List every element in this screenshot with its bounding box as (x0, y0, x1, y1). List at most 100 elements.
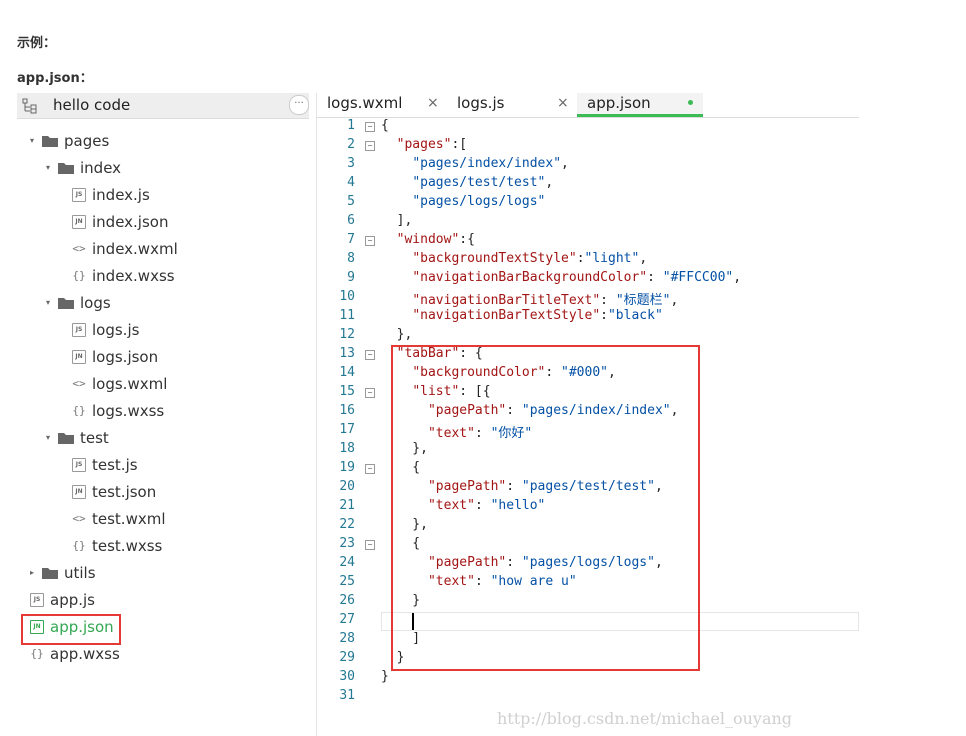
tree-item[interactable]: JN logs.json (72, 343, 158, 370)
style-file-icon: {} (72, 269, 86, 282)
highlight-box-app-json (21, 614, 121, 645)
tree-item[interactable]: <> test.wxml (72, 505, 165, 532)
folder-icon (42, 135, 58, 147)
sidebar-header: hello code ··· (17, 93, 309, 119)
tree-item-label: logs.wxml (92, 374, 168, 393)
fold-toggle-icon[interactable]: − (365, 236, 375, 246)
tab-label: logs.wxml (327, 94, 403, 112)
tree-item[interactable]: ▾ pages (26, 127, 109, 154)
line-number: 8 (347, 251, 355, 266)
chevron-down-icon[interactable]: ▾ (42, 163, 54, 172)
code-line[interactable]: 5 "pages/logs/logs" (317, 194, 859, 213)
tree-item-label: test.wxss (92, 536, 163, 555)
js-file-icon: JS (30, 592, 44, 607)
tree-item-label: test.json (92, 482, 157, 501)
tree-item-label: test (80, 428, 109, 447)
line-number: 4 (347, 175, 355, 190)
tree-item[interactable]: {} index.wxss (72, 262, 175, 289)
tree-item[interactable]: JS app.js (30, 586, 95, 613)
tree-item[interactable]: {} logs.wxss (72, 397, 164, 424)
code-line[interactable]: 30} (317, 669, 859, 688)
tree-item-label: index (80, 158, 122, 177)
tree-item[interactable]: ▾ logs (42, 289, 111, 316)
line-number: 12 (339, 327, 355, 342)
code-line[interactable]: 9 "navigationBarBackgroundColor": "#FFCC… (317, 270, 859, 289)
code-line[interactable]: 7− "window":{ (317, 232, 859, 251)
line-number: 25 (339, 574, 355, 589)
tab-app-json[interactable]: app.json (577, 93, 703, 117)
tree-item-label: index.wxml (92, 239, 178, 258)
chevron-down-icon[interactable]: ▾ (42, 433, 54, 442)
line-number: 3 (347, 156, 355, 171)
line-number: 29 (339, 650, 355, 665)
chevron-down-icon[interactable]: ▾ (42, 298, 54, 307)
more-button[interactable]: ··· (289, 95, 309, 115)
tree-item[interactable]: <> index.wxml (72, 235, 178, 262)
line-number: 26 (339, 593, 355, 608)
tree-item[interactable]: JS logs.js (72, 316, 139, 343)
tab-logs-js[interactable]: logs.js × (447, 93, 577, 117)
fold-toggle-icon[interactable]: − (365, 141, 375, 151)
line-number: 1 (347, 118, 355, 133)
line-number: 5 (347, 194, 355, 209)
tree-item[interactable]: ▾ test (42, 424, 109, 451)
code-text: ], (381, 213, 413, 228)
fold-toggle-icon[interactable]: − (365, 464, 375, 474)
fold-toggle-icon[interactable]: − (365, 388, 375, 398)
code-text: "pages/index/index", (412, 156, 569, 171)
code-line[interactable]: 10 "navigationBarTitleText": "标题栏", (317, 289, 859, 308)
tab-logs-wxml[interactable]: logs.wxml × (317, 93, 447, 117)
markup-file-icon: <> (72, 242, 86, 255)
line-number: 14 (339, 365, 355, 380)
tree-item[interactable]: JS test.js (72, 451, 138, 478)
code-line[interactable]: 12 }, (317, 327, 859, 346)
tree-item-label: index.json (92, 212, 169, 231)
code-text: "navigationBarTextStyle":"black" (412, 308, 663, 323)
tree-item[interactable]: JN test.json (72, 478, 156, 505)
code-line[interactable]: 6 ], (317, 213, 859, 232)
fold-toggle-icon[interactable]: − (365, 122, 375, 132)
code-line[interactable]: 31 (317, 688, 859, 707)
code-line[interactable]: 11 "navigationBarTextStyle":"black" (317, 308, 859, 327)
code-line[interactable]: 2− "pages":[ (317, 137, 859, 156)
line-number: 31 (339, 688, 355, 703)
markup-file-icon: <> (72, 377, 86, 390)
tree-item[interactable]: ▸ utils (26, 559, 96, 586)
folder-icon (58, 162, 74, 174)
tree-item[interactable]: JS index.js (72, 181, 150, 208)
close-icon[interactable]: × (557, 95, 569, 111)
line-number: 17 (339, 422, 355, 437)
tree-item-label: logs.json (92, 347, 159, 366)
code-line[interactable]: 4 "pages/test/test", (317, 175, 859, 194)
code-line[interactable]: 8 "backgroundTextStyle":"light", (317, 251, 859, 270)
line-number: 22 (339, 517, 355, 532)
tree-item[interactable]: JN index.json (72, 208, 168, 235)
code-text: "backgroundTextStyle":"light", (412, 251, 648, 266)
folder-icon (42, 567, 58, 579)
style-file-icon: {} (72, 539, 86, 552)
js-file-icon: JS (72, 187, 86, 202)
fold-toggle-icon[interactable]: − (365, 540, 375, 550)
watermark: http://blog.csdn.net/michael_ouyang (497, 709, 793, 728)
chevron-right-icon[interactable]: ▸ (26, 568, 38, 577)
line-number: 28 (339, 631, 355, 646)
tree-item[interactable]: {} test.wxss (72, 532, 162, 559)
code-text: { (381, 118, 389, 133)
code-text: "pages":[ (396, 137, 468, 152)
tree-item[interactable]: <> logs.wxml (72, 370, 167, 397)
tree-item-label: utils (64, 563, 96, 582)
chevron-down-icon[interactable]: ▾ (26, 136, 38, 145)
line-number: 11 (339, 308, 355, 323)
code-line[interactable]: 3 "pages/index/index", (317, 156, 859, 175)
file-tree-icon[interactable] (22, 98, 38, 114)
close-icon[interactable]: × (427, 95, 439, 111)
code-text: "window":{ (396, 232, 475, 247)
line-number: 2 (347, 137, 355, 152)
tree-item-label: index.wxss (92, 266, 175, 285)
tree-item[interactable]: ▾ index (42, 154, 121, 181)
line-number: 20 (339, 479, 355, 494)
fold-toggle-icon[interactable]: − (365, 350, 375, 360)
project-name: hello code (53, 96, 131, 114)
tree-item-label: app.js (50, 590, 95, 609)
code-line[interactable]: 1−{ (317, 118, 859, 137)
